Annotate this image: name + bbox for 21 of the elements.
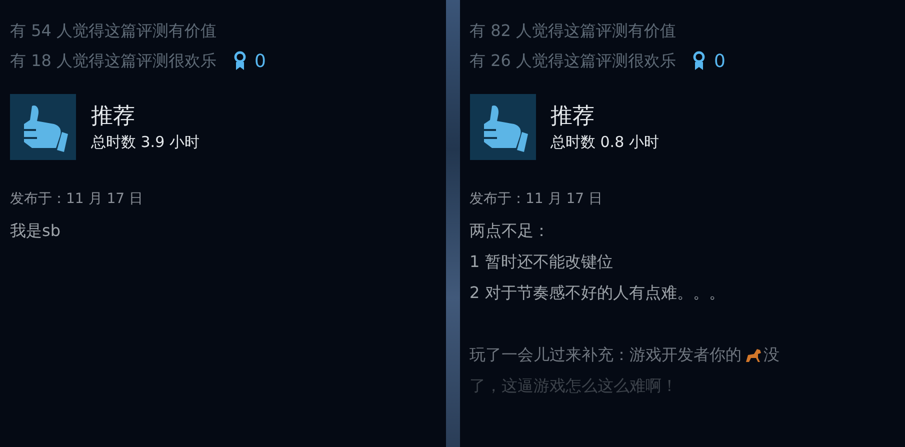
- review-text: 两点不足：: [470, 221, 550, 240]
- award-count: 0: [714, 50, 726, 74]
- award-count: 0: [254, 50, 266, 74]
- review-text: 2 对于节奏感不好的人有点难。。。: [470, 283, 725, 302]
- review-text: 我是sb: [10, 221, 60, 240]
- helpful-count: 有 54 人觉得这篇评测有价值: [10, 20, 218, 42]
- review-text: 没: [764, 344, 780, 366]
- review-text: 1 暂时还不能改键位: [470, 252, 613, 271]
- playtime: 总时数 3.9 小时: [91, 132, 200, 152]
- posted-date: 发布于：11 月 17 日: [10, 190, 144, 209]
- review-verdict: 推荐: [550, 103, 596, 131]
- funny-count: 有 18 人觉得这篇评测很欢乐: [10, 50, 217, 72]
- review-text: 了，这逼游戏怎么这么难啊！: [470, 376, 678, 395]
- playtime: 总时数 0.8 小时: [550, 132, 659, 152]
- review-text: 玩了一会儿过来补充：游戏开发者你的: [470, 344, 742, 366]
- helpful-count: 有 82 人觉得这篇评测有价值: [470, 20, 678, 42]
- award-icon: [232, 51, 247, 71]
- review-verdict: 推荐: [91, 103, 136, 131]
- award-icon: [692, 51, 706, 71]
- posted-date: 发布于：11 月 17 日: [470, 190, 604, 209]
- funny-count: 有 26 人觉得这篇评测很欢乐: [470, 50, 676, 72]
